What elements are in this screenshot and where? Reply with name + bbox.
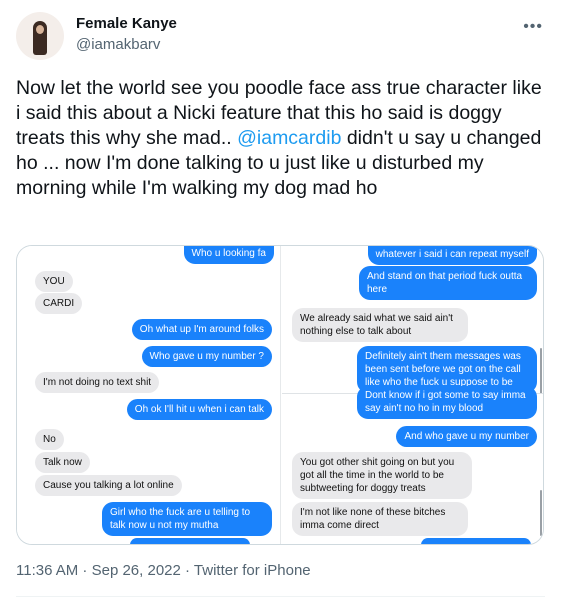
avatar-face xyxy=(36,25,44,34)
message-bubble: We already said what we said ain't nothi… xyxy=(292,308,468,342)
tweet-source[interactable]: Twitter for iPhone xyxy=(194,562,311,579)
message-bubble: Talk now xyxy=(35,452,90,473)
message-bubble: Cause you talking a lot online xyxy=(35,475,182,496)
meta-separator: · xyxy=(180,562,194,579)
message-bubble: Who gave u my number ? xyxy=(141,346,272,367)
tweet-card: Female Kanye @iamakbarv ••• Now let the … xyxy=(0,0,561,600)
author-name[interactable]: Female Kanye xyxy=(76,15,177,32)
scrollbar[interactable] xyxy=(540,490,542,536)
message-bubble: Oh ok I'll hit u when i can talk xyxy=(126,399,272,420)
message-bubble: Oh what up I'm around folks xyxy=(131,319,272,340)
avatar[interactable] xyxy=(16,12,64,60)
message-bubble: You got other shit going on but you got … xyxy=(292,452,472,499)
mention-link[interactable]: @iamcardib xyxy=(237,127,341,149)
message-bubble: Girl who the fuck are u telling to talk … xyxy=(102,502,272,536)
right-screenshot: whatever i said i can repeat myself And … xyxy=(282,246,543,544)
message-bubble: I'm not like none of these bitches imma … xyxy=(292,502,468,536)
author-handle[interactable]: @iamakbarv xyxy=(76,36,160,53)
message-bubble: whatever i said i can repeat myself xyxy=(367,246,537,265)
divider xyxy=(16,596,545,597)
meta-separator: · xyxy=(78,562,92,579)
message-bubble: CARDI xyxy=(35,293,83,314)
message-bubble: YOU xyxy=(35,271,73,292)
tweet-text: Now let the world see you poodle face as… xyxy=(16,76,544,201)
more-horizontal-icon[interactable]: ••• xyxy=(523,18,543,36)
message-bubble: And who gave u my number xyxy=(396,426,537,447)
tweet-time[interactable]: 11:36 AM xyxy=(16,562,78,579)
scrollbar[interactable] xyxy=(540,348,542,394)
message-bubble: Dont know if i got some to say imma say … xyxy=(357,386,537,419)
message-bubble: And stand on that period fuck outta here xyxy=(359,266,537,300)
tweet-metadata: 11:36 AM · Sep 26, 2022 · Twitter for iP… xyxy=(16,562,311,579)
tweet-date[interactable]: Sep 26, 2022 xyxy=(92,562,181,579)
message-bubble-partial xyxy=(130,538,250,544)
media-image[interactable]: Who u looking fa YOU CARDI Oh what up I'… xyxy=(16,245,544,545)
message-bubble: Who u looking fa xyxy=(183,246,274,264)
left-screenshot: Who u looking fa YOU CARDI Oh what up I'… xyxy=(17,246,280,544)
message-bubble: I'm not doing no text shit xyxy=(35,372,160,393)
message-bubble: No xyxy=(35,429,64,450)
message-bubble-partial xyxy=(421,538,531,544)
